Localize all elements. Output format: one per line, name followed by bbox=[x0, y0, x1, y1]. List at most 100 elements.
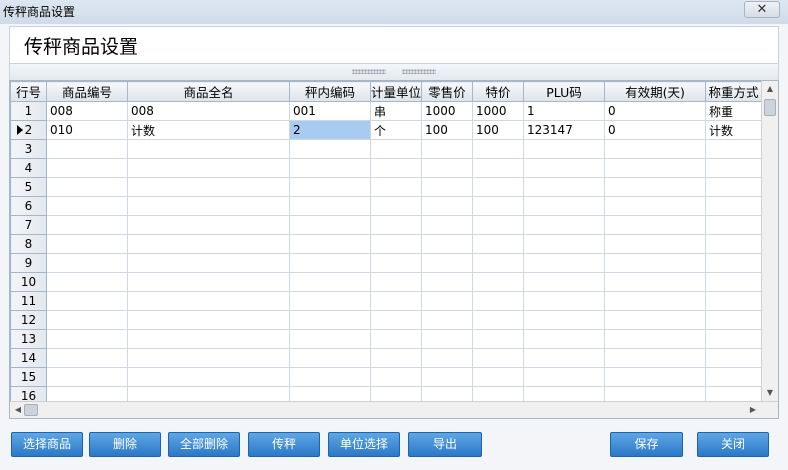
row-number[interactable]: 15 bbox=[10, 367, 47, 387]
cell-retail[interactable] bbox=[421, 215, 474, 235]
table-row[interactable]: 8 bbox=[10, 234, 763, 254]
cell-unit[interactable] bbox=[369, 348, 423, 368]
table-row[interactable]: 12 bbox=[10, 310, 763, 330]
row-number[interactable]: 14 bbox=[10, 348, 47, 368]
cell-retail[interactable] bbox=[421, 234, 474, 254]
cell-unit[interactable] bbox=[369, 177, 423, 197]
scroll-up-icon[interactable]: ▲ bbox=[762, 81, 778, 97]
horizontal-scroll-thumb[interactable] bbox=[24, 404, 38, 416]
cell-expiry[interactable] bbox=[604, 367, 707, 387]
cell-expiry[interactable] bbox=[604, 291, 707, 311]
cell-expiry[interactable] bbox=[604, 253, 707, 273]
delete-button[interactable]: 删除 bbox=[89, 432, 161, 457]
cell-code[interactable] bbox=[46, 329, 128, 349]
cell-unit[interactable] bbox=[369, 272, 423, 292]
cell-name[interactable] bbox=[127, 177, 290, 197]
cell-unit[interactable] bbox=[369, 367, 423, 387]
cell-plu[interactable] bbox=[523, 310, 606, 330]
cell-special[interactable] bbox=[472, 177, 525, 197]
cell-weigh[interactable] bbox=[705, 196, 763, 216]
row-number[interactable]: 2 bbox=[10, 120, 47, 140]
cell-retail[interactable] bbox=[421, 329, 474, 349]
cell-weigh[interactable]: 称重 bbox=[705, 101, 763, 121]
cell-code[interactable]: 008 bbox=[46, 101, 128, 121]
column-header[interactable]: 秤内编码 bbox=[289, 81, 371, 102]
cell-plu[interactable] bbox=[523, 158, 606, 178]
horizontal-scrollbar[interactable]: ◀ ▶ bbox=[10, 401, 778, 418]
row-number[interactable]: 7 bbox=[10, 215, 47, 235]
cell-code[interactable] bbox=[46, 139, 128, 159]
cell-code[interactable] bbox=[46, 272, 128, 292]
cell-expiry[interactable] bbox=[604, 215, 707, 235]
cell-code[interactable] bbox=[46, 215, 128, 235]
vertical-scrollbar[interactable]: ▲ ▼ bbox=[761, 81, 778, 401]
cell-scale-code[interactable] bbox=[289, 234, 371, 254]
cell-name[interactable]: 008 bbox=[127, 101, 290, 121]
table-row[interactable]: 7 bbox=[10, 215, 763, 235]
cell-retail[interactable] bbox=[421, 158, 474, 178]
row-number[interactable]: 6 bbox=[10, 196, 47, 216]
cell-weigh[interactable] bbox=[705, 158, 763, 178]
cell-scale-code[interactable] bbox=[289, 139, 371, 159]
cell-name[interactable]: 计数 bbox=[127, 120, 290, 140]
cell-name[interactable] bbox=[127, 215, 290, 235]
cell-weigh[interactable] bbox=[705, 139, 763, 159]
row-number[interactable]: 3 bbox=[10, 139, 47, 159]
cell-expiry[interactable] bbox=[604, 234, 707, 254]
cell-plu[interactable] bbox=[523, 253, 606, 273]
table-row[interactable]: 1 008 008 001 串 1000 1000 1 0 称重 bbox=[10, 101, 763, 121]
cell-scale-code[interactable] bbox=[289, 291, 371, 311]
cell-special[interactable] bbox=[472, 215, 525, 235]
row-number[interactable]: 5 bbox=[10, 177, 47, 197]
cell-weigh[interactable] bbox=[705, 272, 763, 292]
table-row[interactable]: 10 bbox=[10, 272, 763, 292]
cell-weigh[interactable] bbox=[705, 291, 763, 311]
cell-scale-code[interactable] bbox=[289, 215, 371, 235]
row-number[interactable]: 13 bbox=[10, 329, 47, 349]
scroll-down-icon[interactable]: ▼ bbox=[762, 385, 778, 401]
cell-special[interactable]: 100 bbox=[472, 120, 525, 140]
table-row[interactable]: 4 bbox=[10, 158, 763, 178]
table-row[interactable]: 6 bbox=[10, 196, 763, 216]
cell-name[interactable] bbox=[127, 272, 290, 292]
cell-retail[interactable] bbox=[421, 196, 474, 216]
table-row[interactable]: 3 bbox=[10, 139, 763, 159]
cell-retail[interactable]: 100 bbox=[421, 120, 474, 140]
cell-scale-code[interactable] bbox=[289, 253, 371, 273]
cell-unit[interactable] bbox=[369, 329, 423, 349]
cell-scale-code[interactable] bbox=[289, 158, 371, 178]
column-header[interactable]: 有效期(天) bbox=[604, 81, 707, 102]
cell-retail[interactable] bbox=[421, 348, 474, 368]
cell-plu[interactable] bbox=[523, 367, 606, 387]
cell-special[interactable] bbox=[472, 291, 525, 311]
cell-name[interactable] bbox=[127, 310, 290, 330]
cell-name[interactable] bbox=[127, 329, 290, 349]
table-row[interactable]: 9 bbox=[10, 253, 763, 273]
row-number[interactable]: 11 bbox=[10, 291, 47, 311]
export-button[interactable]: 导出 bbox=[408, 432, 482, 457]
table-row[interactable]: 5 bbox=[10, 177, 763, 197]
cell-unit[interactable] bbox=[369, 253, 423, 273]
cell-name[interactable] bbox=[127, 348, 290, 368]
cell-unit[interactable]: 个 bbox=[369, 120, 423, 140]
scroll-left-icon[interactable]: ◀ bbox=[12, 402, 24, 418]
cell-unit[interactable] bbox=[369, 291, 423, 311]
cell-special[interactable] bbox=[472, 367, 525, 387]
column-header[interactable]: 商品编号 bbox=[46, 81, 128, 102]
unit-select-button[interactable]: 单位选择 bbox=[328, 432, 400, 457]
cell-scale-code[interactable] bbox=[289, 177, 371, 197]
cell-code[interactable] bbox=[46, 253, 128, 273]
cell-plu[interactable]: 123147 bbox=[523, 120, 606, 140]
cell-special[interactable] bbox=[472, 310, 525, 330]
cell-weigh[interactable] bbox=[705, 215, 763, 235]
cell-code[interactable] bbox=[46, 291, 128, 311]
cell-retail[interactable] bbox=[421, 310, 474, 330]
cell-expiry[interactable] bbox=[604, 272, 707, 292]
row-number[interactable]: 1 bbox=[10, 101, 47, 121]
cell-special[interactable] bbox=[472, 329, 525, 349]
table-row[interactable]: 2 010 计数 2 个 100 100 123147 0 计数 bbox=[10, 120, 763, 140]
cell-unit[interactable] bbox=[369, 310, 423, 330]
cell-weigh[interactable] bbox=[705, 310, 763, 330]
cell-code[interactable] bbox=[46, 367, 128, 387]
splitter-handle[interactable] bbox=[9, 64, 779, 80]
